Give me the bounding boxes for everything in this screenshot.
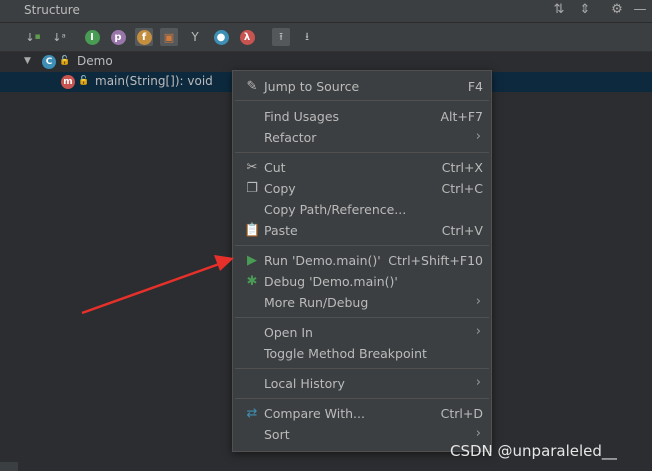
submenu-arrow-icon: ›: [475, 129, 481, 144]
sort-alphabetically-icon[interactable]: ↓ᵃ: [50, 28, 68, 46]
show-non-public-icon[interactable]: ▣: [160, 28, 178, 46]
watermark: CSDN @unparaleled__: [450, 442, 617, 460]
submenu-arrow-icon: ›: [475, 324, 481, 339]
structure-toolbar: ↓ ▪ ↓ᵃ I p f ▣ Y ● λ ⭱ ⭳: [0, 23, 652, 52]
menu-item-paste[interactable]: 📋 Paste Ctrl+V: [233, 221, 491, 241]
autoscroll-to-source-icon[interactable]: ⭱: [272, 28, 290, 46]
menu-item-compare-with[interactable]: ⇄ Compare With... Ctrl+D: [233, 404, 491, 424]
panel-title: Structure: [24, 3, 80, 17]
context-menu: ✎ Jump to Source F4 Find Usages Alt+F7 R…: [232, 70, 492, 452]
autoscroll-from-source-icon[interactable]: ⭳: [298, 28, 316, 46]
sort-by-visibility-icon[interactable]: ↓ ▪: [24, 28, 42, 46]
menu-item-copy[interactable]: ❐ Copy Ctrl+C: [233, 179, 491, 199]
clipboard-icon: 📋: [244, 223, 261, 238]
show-fields-icon[interactable]: f: [135, 28, 153, 46]
menu-item-jump-to-source[interactable]: ✎ Jump to Source F4: [233, 77, 491, 97]
lambda-icon[interactable]: λ: [238, 28, 256, 46]
minimize-icon[interactable]: —: [632, 2, 648, 18]
public-lock-icon: 🔓: [78, 76, 90, 86]
side-strip: [0, 462, 18, 471]
menu-item-debug[interactable]: ✱ Debug 'Demo.main()': [233, 272, 491, 292]
menu-separator: [235, 368, 489, 369]
copy-icon: ❐: [246, 181, 258, 196]
menu-item-toggle-breakpoint[interactable]: Toggle Method Breakpoint: [233, 344, 491, 364]
show-anonymous-icon[interactable]: Y: [186, 28, 204, 46]
submenu-arrow-icon: ›: [475, 294, 481, 309]
show-lambdas-icon[interactable]: ●: [212, 28, 230, 46]
class-label: Demo: [77, 54, 113, 68]
collapse-all-icon[interactable]: ⇕: [577, 2, 593, 18]
menu-item-open-in[interactable]: Open In ›: [233, 323, 491, 343]
menu-separator: [235, 398, 489, 399]
class-icon: C: [42, 55, 56, 69]
menu-item-run[interactable]: ▶ Run 'Demo.main()' Ctrl+Shift+F10: [233, 251, 491, 271]
menu-item-copy-path[interactable]: Copy Path/Reference...: [233, 200, 491, 220]
menu-item-local-history[interactable]: Local History ›: [233, 374, 491, 394]
menu-item-find-usages[interactable]: Find Usages Alt+F7: [233, 107, 491, 127]
menu-separator: [235, 152, 489, 153]
chevron-down-icon[interactable]: ▼: [24, 56, 31, 66]
compare-arrows-icon: ⇄: [246, 406, 258, 421]
menu-item-refactor[interactable]: Refactor ›: [233, 128, 491, 148]
menu-item-more-run-debug[interactable]: More Run/Debug ›: [233, 293, 491, 313]
show-inherited-icon[interactable]: I: [83, 28, 101, 46]
expand-all-icon[interactable]: ⇅: [551, 2, 567, 18]
method-icon: m: [61, 75, 75, 89]
structure-panel-header: Structure ⇅ ⇕ ⚙ —: [0, 0, 652, 23]
show-properties-icon[interactable]: p: [109, 28, 127, 46]
tree-node-class[interactable]: ▼ C 🔓 Demo: [0, 52, 652, 72]
menu-separator: [235, 100, 489, 101]
method-label: main(String[]): void: [95, 74, 213, 88]
public-lock-icon: 🔓: [59, 56, 71, 66]
menu-separator: [235, 245, 489, 246]
scissors-icon: ✂: [246, 160, 258, 175]
gear-icon[interactable]: ⚙: [609, 2, 625, 18]
menu-separator: [235, 317, 489, 318]
pencil-icon: ✎: [246, 79, 258, 94]
submenu-arrow-icon: ›: [475, 375, 481, 390]
debug-bug-icon: ✱: [246, 274, 258, 289]
submenu-arrow-icon: ›: [475, 426, 481, 441]
menu-item-cut[interactable]: ✂ Cut Ctrl+X: [233, 158, 491, 178]
run-play-icon: ▶: [247, 253, 257, 268]
